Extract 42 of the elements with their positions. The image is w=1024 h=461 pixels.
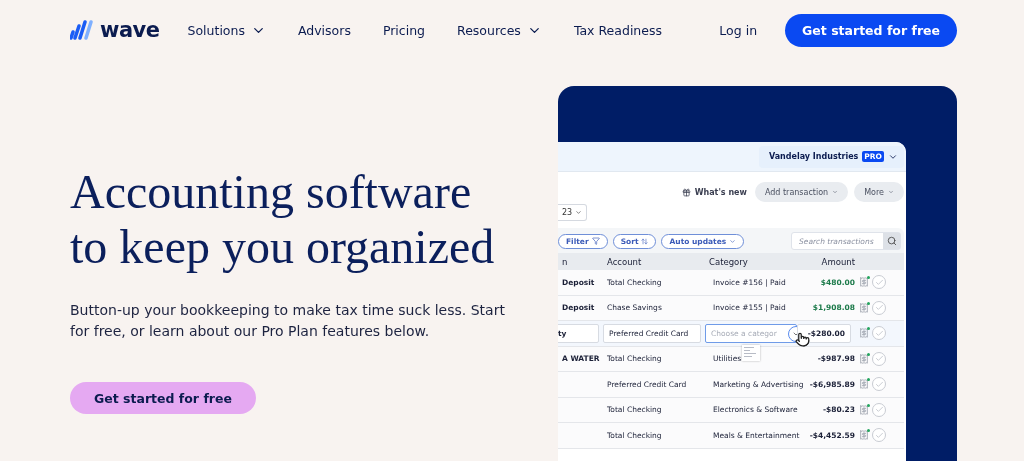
check-circle-icon[interactable] (872, 402, 886, 417)
nav-link[interactable]: Pricing (382, 22, 426, 38)
nav-link[interactable]: Solutions (187, 22, 266, 38)
caret-icon (888, 189, 894, 195)
receipt-icon[interactable] (859, 379, 869, 390)
funnel-icon (591, 237, 600, 245)
check-circle-icon[interactable] (872, 326, 886, 341)
nav-link[interactable]: Resources (457, 22, 542, 38)
search-icon[interactable] (883, 233, 900, 249)
column-header: Amount (820, 256, 855, 267)
column-header: Account (606, 256, 643, 267)
receipt-icon[interactable] (859, 277, 869, 288)
nav-link[interactable]: Tax Readiness (573, 22, 662, 38)
nav-link[interactable]: Advisors (297, 22, 351, 38)
gift-icon (681, 187, 691, 197)
caret-icon (729, 237, 737, 245)
check-circle-icon[interactable] (872, 377, 886, 392)
check-circle-icon[interactable] (872, 351, 886, 366)
get-started-button[interactable]: Get started for free (785, 13, 957, 47)
caret-icon (575, 209, 583, 216)
receipt-icon[interactable] (859, 430, 869, 441)
sort-icon (641, 237, 649, 245)
receipt-icon[interactable] (859, 404, 869, 415)
wave-logo-icon (70, 20, 96, 40)
more-button[interactable]: More (854, 182, 904, 202)
date-select[interactable]: 23 (558, 204, 588, 221)
logo-wordmark[interactable]: wave (100, 18, 160, 42)
check-circle-icon[interactable] (872, 428, 886, 443)
get-started-button[interactable]: Get started for free (70, 382, 256, 414)
whats-new-link[interactable]: What's new (681, 187, 747, 197)
hero-heading: Accounting software to keep you organized (70, 164, 496, 274)
login-link[interactable]: Log in (719, 22, 758, 38)
receipt-icon[interactable] (859, 328, 869, 339)
check-circle-icon[interactable] (872, 300, 886, 315)
receipt-icon[interactable] (859, 302, 869, 313)
caret-icon (832, 189, 839, 195)
column-header: n (561, 256, 569, 267)
add-transaction-button[interactable]: Add transaction (754, 182, 849, 202)
column-header: Category (708, 256, 749, 267)
hero-subtitle: Button-up your bookkeeping to make tax time suck less. Start for free, or learn about our Pro Plan features below. (70, 301, 506, 341)
check-circle-icon[interactable] (872, 275, 886, 290)
receipt-icon[interactable] (859, 353, 869, 364)
